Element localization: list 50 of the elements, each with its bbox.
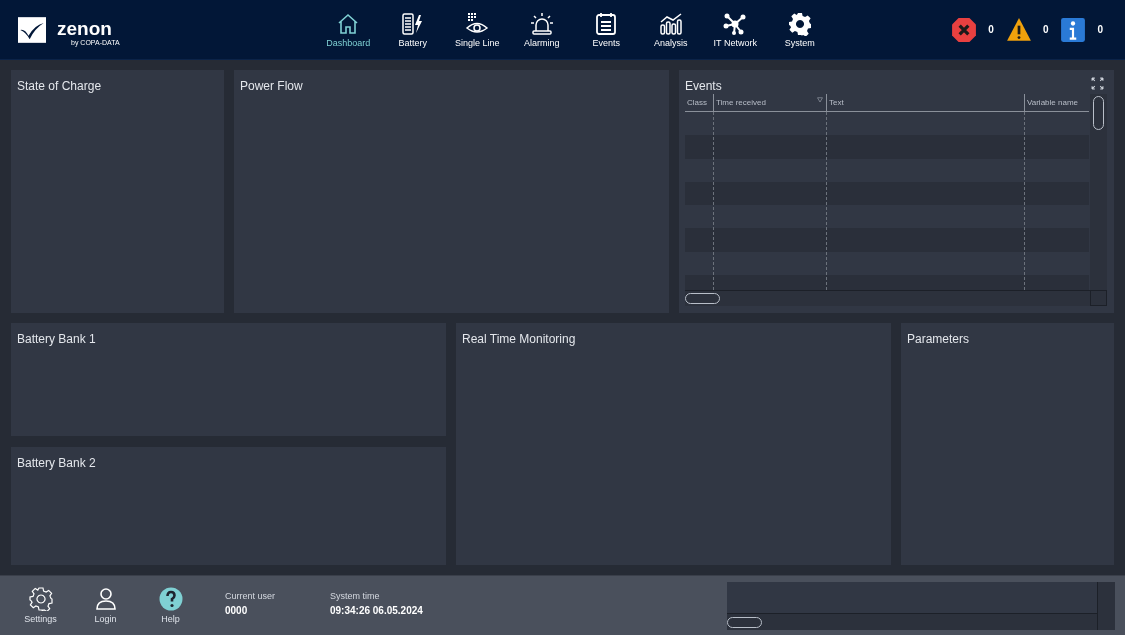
footer-button[interactable]: Settings — [8, 576, 73, 635]
panel-title: Battery Bank 2 — [17, 455, 96, 472]
info-label: System time — [330, 591, 381, 601]
panel-title: Real Time Monitoring — [462, 331, 576, 348]
logo-text: zenon — [57, 19, 113, 38]
nav-tab[interactable]: Alarming — [509, 0, 574, 60]
user-icon — [93, 587, 118, 611]
gear-icon — [787, 11, 812, 36]
alarm-count: 0 — [988, 23, 994, 37]
error-icon — [951, 16, 978, 43]
panel-title: Power Flow — [240, 78, 303, 95]
nav-tab[interactable]: Events — [574, 0, 639, 60]
nav-tab[interactable]: Analysis — [638, 0, 703, 60]
alarm-count: 0 — [1097, 23, 1103, 37]
warning-icon — [1005, 16, 1032, 43]
footer-button[interactable]: Login — [73, 576, 138, 635]
horizontal-scrollbar[interactable] — [727, 613, 1097, 630]
panel-title: Battery Bank 1 — [17, 331, 96, 348]
nav-tab[interactable]: System — [767, 0, 832, 60]
info-label: Current user — [225, 591, 277, 601]
network-icon — [723, 11, 748, 36]
scrollbar-corner — [1090, 290, 1107, 306]
column-header[interactable]: Class — [685, 94, 713, 111]
filter-icon — [817, 97, 823, 103]
column-header[interactable]: Variable name — [1024, 94, 1089, 111]
alarm-count: 0 — [1042, 23, 1049, 37]
calendar-icon — [594, 11, 619, 36]
nav-tab[interactable]: IT Network — [703, 0, 768, 60]
panel-title: State of Charge — [17, 78, 102, 95]
battery-icon — [400, 11, 425, 36]
siren-icon — [529, 11, 554, 36]
vertical-scrollbar[interactable] — [1090, 94, 1107, 290]
column-header[interactable]: Text — [826, 94, 1024, 111]
column-header[interactable]: Time received — [713, 94, 826, 111]
vertical-scrollbar[interactable] — [1097, 582, 1115, 630]
nav-tab[interactable]: Battery — [380, 0, 445, 60]
help-icon — [158, 587, 183, 611]
horizontal-scrollbar[interactable] — [685, 290, 1090, 306]
info-icon — [1060, 16, 1087, 43]
footer-button[interactable]: Help — [138, 576, 203, 635]
nav-tab[interactable]: Dashboard — [316, 0, 381, 60]
nav-tab[interactable]: Single Line — [445, 0, 510, 60]
panel-title: Parameters — [907, 331, 970, 348]
expand-icon — [1091, 77, 1104, 90]
panel-title: Events — [685, 78, 722, 95]
bar-chart-icon — [658, 11, 683, 36]
info-value: 0000 — [225, 605, 249, 616]
eye-icon — [465, 11, 490, 36]
settings-icon — [28, 587, 53, 611]
info-value: 09:34:26 06.05.2024 — [330, 605, 424, 616]
